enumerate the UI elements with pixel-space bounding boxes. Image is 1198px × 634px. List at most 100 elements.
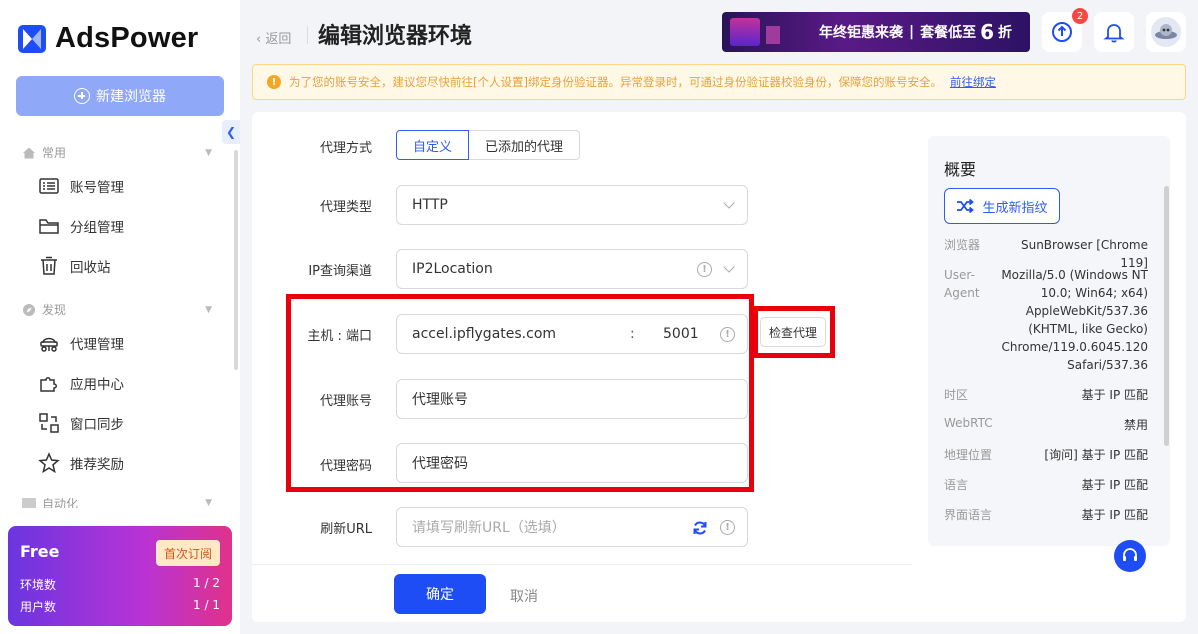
headset-icon: [1123, 548, 1137, 561]
folder-icon: [39, 219, 59, 234]
automation-icon: [22, 498, 36, 508]
proxy-type-label: 代理类型: [319, 200, 372, 215]
env-count-value: 1 / 2: [193, 576, 220, 590]
sidebar-item-groups[interactable]: 分组管理: [38, 215, 124, 237]
account-list-icon: [39, 178, 59, 194]
upgrade-button[interactable]: 2: [1042, 8, 1088, 52]
banner-decoration: [766, 26, 780, 44]
bind-now-link[interactable]: 前往绑定: [950, 74, 996, 90]
section-common[interactable]: 常用 ▼: [22, 144, 212, 161]
sidebar-item-window-sync[interactable]: 窗口同步: [38, 412, 124, 434]
generate-fingerprint-button[interactable]: 生成新指纹: [944, 188, 1060, 224]
collapse-sidebar-button[interactable]: ❮: [222, 120, 240, 144]
refresh-icon[interactable]: [692, 520, 708, 536]
sidebar-item-label: 账号管理: [70, 180, 124, 196]
highlight-box-check-proxy: [753, 306, 835, 358]
bell-icon: [1103, 24, 1125, 43]
sidebar-item-label: 分组管理: [70, 220, 124, 236]
new-browser-button[interactable]: 新建浏览器: [16, 76, 224, 116]
ip-channel-select[interactable]: IP2Location !: [396, 249, 748, 289]
shuffle-icon: [957, 199, 975, 213]
overview-row-timezone: 时区 基于 IP 匹配: [944, 386, 1148, 404]
overview-key: 语言: [944, 478, 969, 492]
section-discover[interactable]: 发现 ▼: [22, 301, 212, 318]
sidebar-item-label: 推荐奖励: [70, 457, 124, 473]
overview-value: 基于 IP 匹配: [1081, 478, 1148, 492]
ip-channel-label: IP查询渠道: [308, 264, 372, 279]
chevron-left-icon: ❮: [225, 125, 237, 139]
back-button[interactable]: ‹ 返回: [256, 28, 291, 47]
plan-env-row: 环境数 1 / 2: [20, 576, 220, 593]
banner-discount: 6: [980, 20, 994, 44]
sidebar-item-accounts[interactable]: 账号管理: [38, 175, 124, 197]
section-common-label: 常用: [42, 146, 67, 160]
overview-key: User-Agent: [944, 268, 980, 300]
support-button[interactable]: [1114, 540, 1146, 572]
sidebar-item-app-center[interactable]: 应用中心: [38, 372, 124, 394]
logo[interactable]: AdsPower: [18, 22, 198, 55]
compass-icon: [23, 303, 35, 316]
env-count-label: 环境数: [20, 578, 57, 592]
proxy-mode-saved[interactable]: 已添加的代理: [469, 130, 581, 160]
warning-icon: !: [267, 75, 281, 89]
highlight-box-credentials: [286, 294, 754, 492]
overview-value: Mozilla/5.0 (Windows NT 10.0; Win64; x64…: [1001, 268, 1148, 372]
chevron-down-icon: ▼: [205, 304, 212, 315]
sidebar-item-proxy[interactable]: 代理管理: [38, 332, 124, 354]
overview-panel: 概要 生成新指纹 浏览器 SunBrowser [Chrome 119] User…: [928, 136, 1170, 546]
proxy-type-value: HTTP: [412, 197, 448, 213]
avatar-icon: [1151, 17, 1181, 47]
refresh-url-placeholder: 请填写刷新URL（选填）: [412, 520, 566, 536]
cancel-button[interactable]: 取消: [510, 586, 538, 606]
generate-fingerprint-label: 生成新指纹: [982, 200, 1048, 216]
sidebar-item-trash[interactable]: 回收站: [38, 255, 111, 277]
overview-value: 基于 IP 匹配: [1081, 388, 1148, 402]
confirm-button[interactable]: 确定: [394, 574, 486, 614]
adspower-logo-icon: [18, 24, 46, 53]
home-icon: [23, 147, 35, 158]
info-icon[interactable]: !: [697, 262, 712, 277]
puzzle-icon: [40, 377, 57, 392]
banner-separator: |: [908, 24, 915, 40]
sidebar: AdsPower 新建浏览器 ❮ 常用 ▼ 账号管理 分组管理 回收站 发现 ▼…: [0, 0, 240, 634]
new-browser-label: 新建浏览器: [96, 89, 166, 105]
sidebar-scrollbar[interactable]: [234, 150, 238, 370]
sidebar-item-label: 代理管理: [70, 337, 124, 353]
proxy-type-select[interactable]: HTTP: [396, 185, 748, 225]
user-count-label: 用户数: [20, 600, 57, 614]
sidebar-item-referral[interactable]: 推荐奖励: [38, 452, 124, 474]
info-icon[interactable]: !: [720, 520, 735, 535]
refresh-url-input[interactable]: 请填写刷新URL（选填） !: [396, 507, 748, 547]
warning-text: 为了您的账号安全，建议您尽快前往[个人设置]绑定身份验证器。异常登录时，可通过身…: [289, 75, 942, 89]
plan-card: Free 首次订阅 环境数 1 / 2 用户数 1 / 1: [8, 526, 232, 626]
security-warning: ! 为了您的账号安全，建议您尽快前往[个人设置]绑定身份验证器。异常登录时，可通…: [252, 64, 1186, 100]
overview-row-geolocation: 地理位置 [询问] 基于 IP 匹配: [944, 446, 1148, 464]
sidebar-item-label: 窗口同步: [70, 417, 124, 433]
plan-user-row: 用户数 1 / 1: [20, 598, 220, 615]
overview-scrollbar[interactable]: [1164, 186, 1169, 446]
overview-row-ui-language: 界面语言 基于 IP 匹配: [944, 506, 1148, 524]
overview-key: 时区: [944, 388, 969, 402]
banner-text: 折: [998, 25, 1012, 41]
notifications-button[interactable]: [1094, 12, 1134, 52]
promo-banner[interactable]: 年终钜惠来袭 | 套餐低至 6 折: [722, 12, 1030, 52]
banner-decoration: [730, 18, 760, 46]
section-automation[interactable]: 自动化 ▼: [22, 498, 212, 508]
overview-value: 禁用: [1123, 418, 1148, 432]
avatar[interactable]: [1146, 12, 1186, 52]
chevron-left-icon: ‹: [256, 32, 262, 47]
header-divider: [307, 26, 308, 44]
star-icon: [38, 452, 60, 474]
proxy-mode-segmented: 自定义 已添加的代理: [396, 130, 581, 160]
notification-badge: 2: [1072, 8, 1088, 24]
overview-key: 界面语言: [944, 508, 993, 522]
sidebar-item-label: 应用中心: [70, 377, 124, 393]
proxy-mode-custom[interactable]: 自定义: [396, 130, 470, 160]
app-name: AdsPower: [55, 22, 199, 54]
sidebar-item-label: 回收站: [70, 260, 111, 276]
refresh-url-label: 刷新URL: [320, 522, 372, 537]
proxy-icon: [40, 337, 58, 352]
chevron-down-icon: [723, 197, 735, 209]
overview-key: 地理位置: [944, 448, 993, 462]
first-subscribe-button[interactable]: 首次订阅: [156, 540, 220, 566]
